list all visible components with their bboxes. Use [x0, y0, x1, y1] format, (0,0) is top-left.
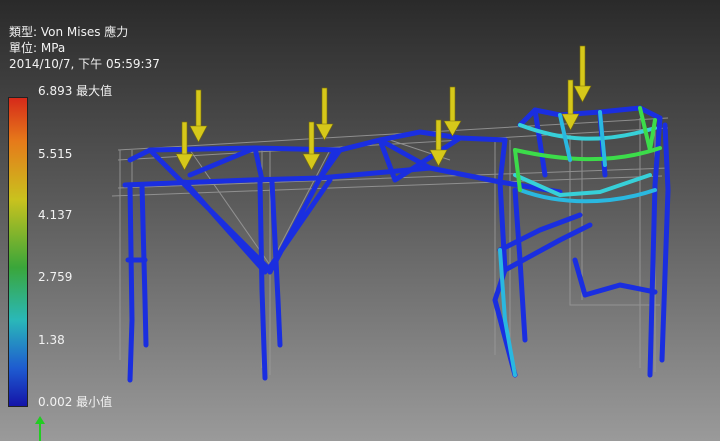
- down-arrow-icon: [573, 45, 592, 103]
- down-arrow-icon: [443, 86, 462, 137]
- down-arrow-icon: [302, 121, 321, 171]
- down-arrow-icon: [189, 89, 208, 143]
- undeformed-outline: [111, 117, 669, 375]
- down-arrow-icon: [315, 87, 334, 141]
- down-arrow-icon: [429, 119, 448, 167]
- axis-triad-icon: [35, 416, 45, 441]
- model-viewport[interactable]: [0, 0, 720, 441]
- deformed-frame: [122, 105, 671, 383]
